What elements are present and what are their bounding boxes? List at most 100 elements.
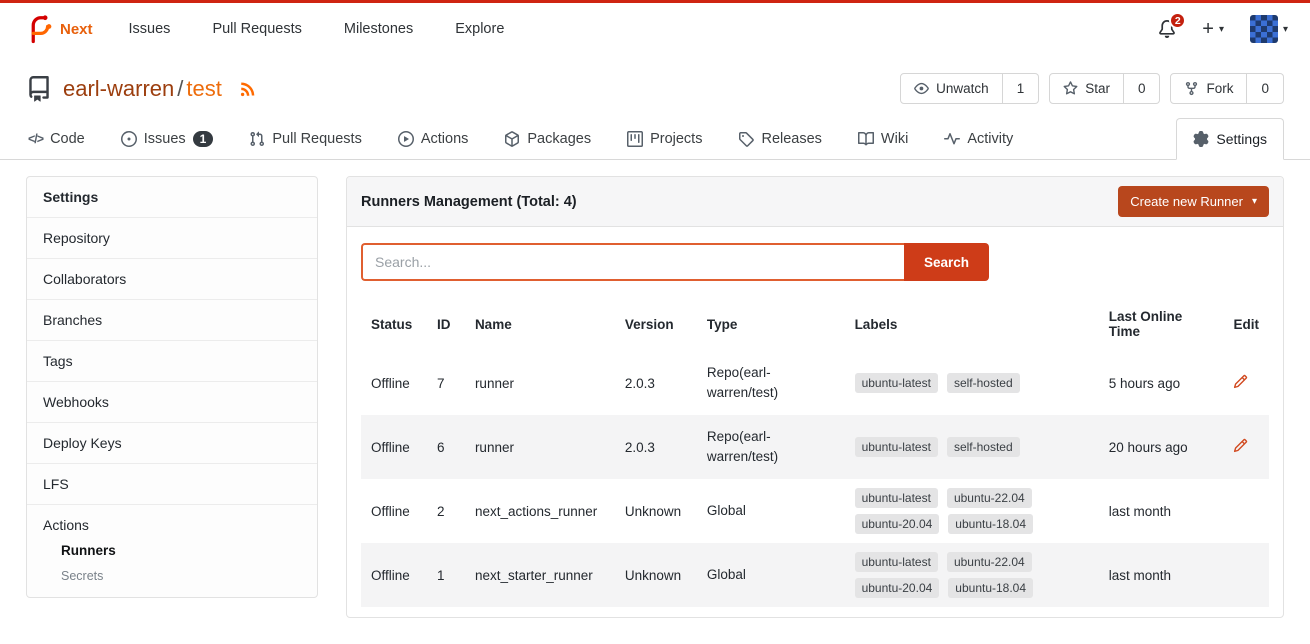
play-circle-icon xyxy=(398,131,414,147)
forks-count[interactable]: 0 xyxy=(1247,73,1284,104)
star-button-group: Star 0 xyxy=(1049,73,1160,104)
tab-label: Issues xyxy=(144,131,186,147)
breadcrumb: earl-warren/test xyxy=(63,76,222,102)
fork-button[interactable]: Fork xyxy=(1170,73,1247,104)
tab-activity[interactable]: Activity xyxy=(942,119,1015,159)
tab-settings[interactable]: Settings xyxy=(1176,118,1284,160)
sidebar-item-secrets[interactable]: Secrets xyxy=(61,569,301,583)
rss-feed-icon[interactable] xyxy=(239,80,257,98)
runner-name: runner xyxy=(465,415,615,479)
label-chip: ubuntu-22.04 xyxy=(947,488,1032,508)
pencil-icon xyxy=(1233,438,1248,453)
notifications-button[interactable]: 2 xyxy=(1158,20,1176,38)
tab-releases[interactable]: Releases xyxy=(736,119,823,159)
sidebar-item-repository[interactable]: Repository xyxy=(27,218,317,259)
forgejo-logo-link[interactable]: Next xyxy=(22,14,93,44)
runner-name: next_starter_runner xyxy=(465,543,615,607)
nav-item-pull-requests[interactable]: Pull Requests xyxy=(212,21,301,37)
sidebar-item-runners[interactable]: Runners xyxy=(61,543,301,558)
tab-label: Code xyxy=(50,131,85,147)
issue-icon xyxy=(121,131,137,147)
watch-button-group: Unwatch 1 xyxy=(900,73,1039,104)
runner-edit-cell xyxy=(1223,479,1269,543)
tab-label: Pull Requests xyxy=(272,131,361,147)
sidebar-title: Settings xyxy=(27,177,317,218)
nav-links: Issues Pull Requests Milestones Explore xyxy=(129,21,505,37)
tab-packages[interactable]: Packages xyxy=(502,119,593,159)
tab-projects[interactable]: Projects xyxy=(625,119,704,159)
column-header-version: Version xyxy=(615,297,697,351)
chevron-down-icon: ▾ xyxy=(1219,24,1224,35)
chevron-down-icon: ▾ xyxy=(1283,24,1288,35)
runner-labels: ubuntu-latest self-hosted xyxy=(845,351,1099,415)
page-title: Runners Management (Total: 4) xyxy=(361,194,577,210)
tab-label: Projects xyxy=(650,131,702,147)
unwatch-button[interactable]: Unwatch xyxy=(900,73,1003,104)
brand-name: Next xyxy=(60,21,93,38)
nav-item-milestones[interactable]: Milestones xyxy=(344,21,413,37)
plus-icon: + xyxy=(1202,19,1214,39)
runner-last-online: 5 hours ago xyxy=(1099,351,1224,415)
pulse-icon xyxy=(944,131,960,147)
sidebar-item-branches[interactable]: Branches xyxy=(27,300,317,341)
tab-label: Settings xyxy=(1216,131,1267,147)
repo-name-link[interactable]: test xyxy=(186,76,221,101)
column-header-type: Type xyxy=(697,297,845,351)
sidebar-actions-label: Actions xyxy=(43,517,89,533)
star-label: Star xyxy=(1085,81,1110,96)
sidebar-item-actions[interactable]: Actions Runners Secrets xyxy=(27,505,317,597)
runner-type-text: Repo(earl-warren/test) xyxy=(707,363,799,402)
package-icon xyxy=(504,131,520,147)
label-chip: ubuntu-latest xyxy=(855,488,938,508)
column-header-last-online: Last Online Time xyxy=(1099,297,1224,351)
repo-icon xyxy=(26,76,52,102)
user-menu[interactable]: ▾ xyxy=(1250,15,1288,43)
runners-panel: Runners Management (Total: 4) Create new… xyxy=(346,176,1284,618)
label-chip: ubuntu-20.04 xyxy=(855,578,940,598)
runner-type-text: Repo(earl-warren/test) xyxy=(707,427,799,466)
runner-type: Global xyxy=(697,543,845,607)
search-input[interactable] xyxy=(361,243,904,281)
watchers-count[interactable]: 1 xyxy=(1003,73,1040,104)
stars-count[interactable]: 0 xyxy=(1124,73,1161,104)
edit-runner-button[interactable] xyxy=(1233,438,1248,453)
column-header-edit: Edit xyxy=(1223,297,1269,351)
sidebar-item-collaborators[interactable]: Collaborators xyxy=(27,259,317,300)
tab-code[interactable]: </> Code xyxy=(26,119,87,159)
runner-last-online: last month xyxy=(1099,479,1224,543)
nav-item-issues[interactable]: Issues xyxy=(129,21,171,37)
search-button[interactable]: Search xyxy=(904,243,989,281)
tab-issues[interactable]: Issues 1 xyxy=(119,119,216,159)
pencil-icon xyxy=(1233,374,1248,389)
runners-table: Status ID Name Version Type Labels Last … xyxy=(361,297,1269,607)
tab-label: Activity xyxy=(967,131,1013,147)
sidebar-item-lfs[interactable]: LFS xyxy=(27,464,317,505)
create-new-menu[interactable]: + ▾ xyxy=(1202,19,1224,39)
fork-button-group: Fork 0 xyxy=(1170,73,1284,104)
tab-wiki[interactable]: Wiki xyxy=(856,119,910,159)
sidebar-item-deploy-keys[interactable]: Deploy Keys xyxy=(27,423,317,464)
navbar-right: 2 + ▾ ▾ xyxy=(1158,15,1288,43)
edit-runner-button[interactable] xyxy=(1233,374,1248,389)
star-button[interactable]: Star xyxy=(1049,73,1124,104)
star-icon xyxy=(1063,81,1078,96)
runner-labels: ubuntu-latest ubuntu-22.04 ubuntu-20.04 … xyxy=(845,479,1099,543)
create-runner-button[interactable]: Create new Runner ▾ xyxy=(1118,186,1269,217)
tab-pull-requests[interactable]: Pull Requests xyxy=(247,119,363,159)
pull-request-icon xyxy=(249,131,265,147)
gear-icon xyxy=(1193,131,1209,147)
sidebar-item-webhooks[interactable]: Webhooks xyxy=(27,382,317,423)
label-chip: ubuntu-18.04 xyxy=(948,578,1033,598)
project-board-icon xyxy=(627,131,643,147)
repo-owner-link[interactable]: earl-warren xyxy=(63,76,174,101)
nav-item-explore[interactable]: Explore xyxy=(455,21,504,37)
create-runner-label: Create new Runner xyxy=(1130,194,1243,209)
label-chip: ubuntu-18.04 xyxy=(948,514,1033,534)
breadcrumb-separator: / xyxy=(177,76,183,101)
label-chip: ubuntu-22.04 xyxy=(947,552,1032,572)
forgejo-logo-icon xyxy=(22,14,52,44)
sidebar-item-tags[interactable]: Tags xyxy=(27,341,317,382)
runner-version: 2.0.3 xyxy=(615,351,697,415)
tab-actions[interactable]: Actions xyxy=(396,119,471,159)
runner-type-text: Global xyxy=(707,565,746,585)
